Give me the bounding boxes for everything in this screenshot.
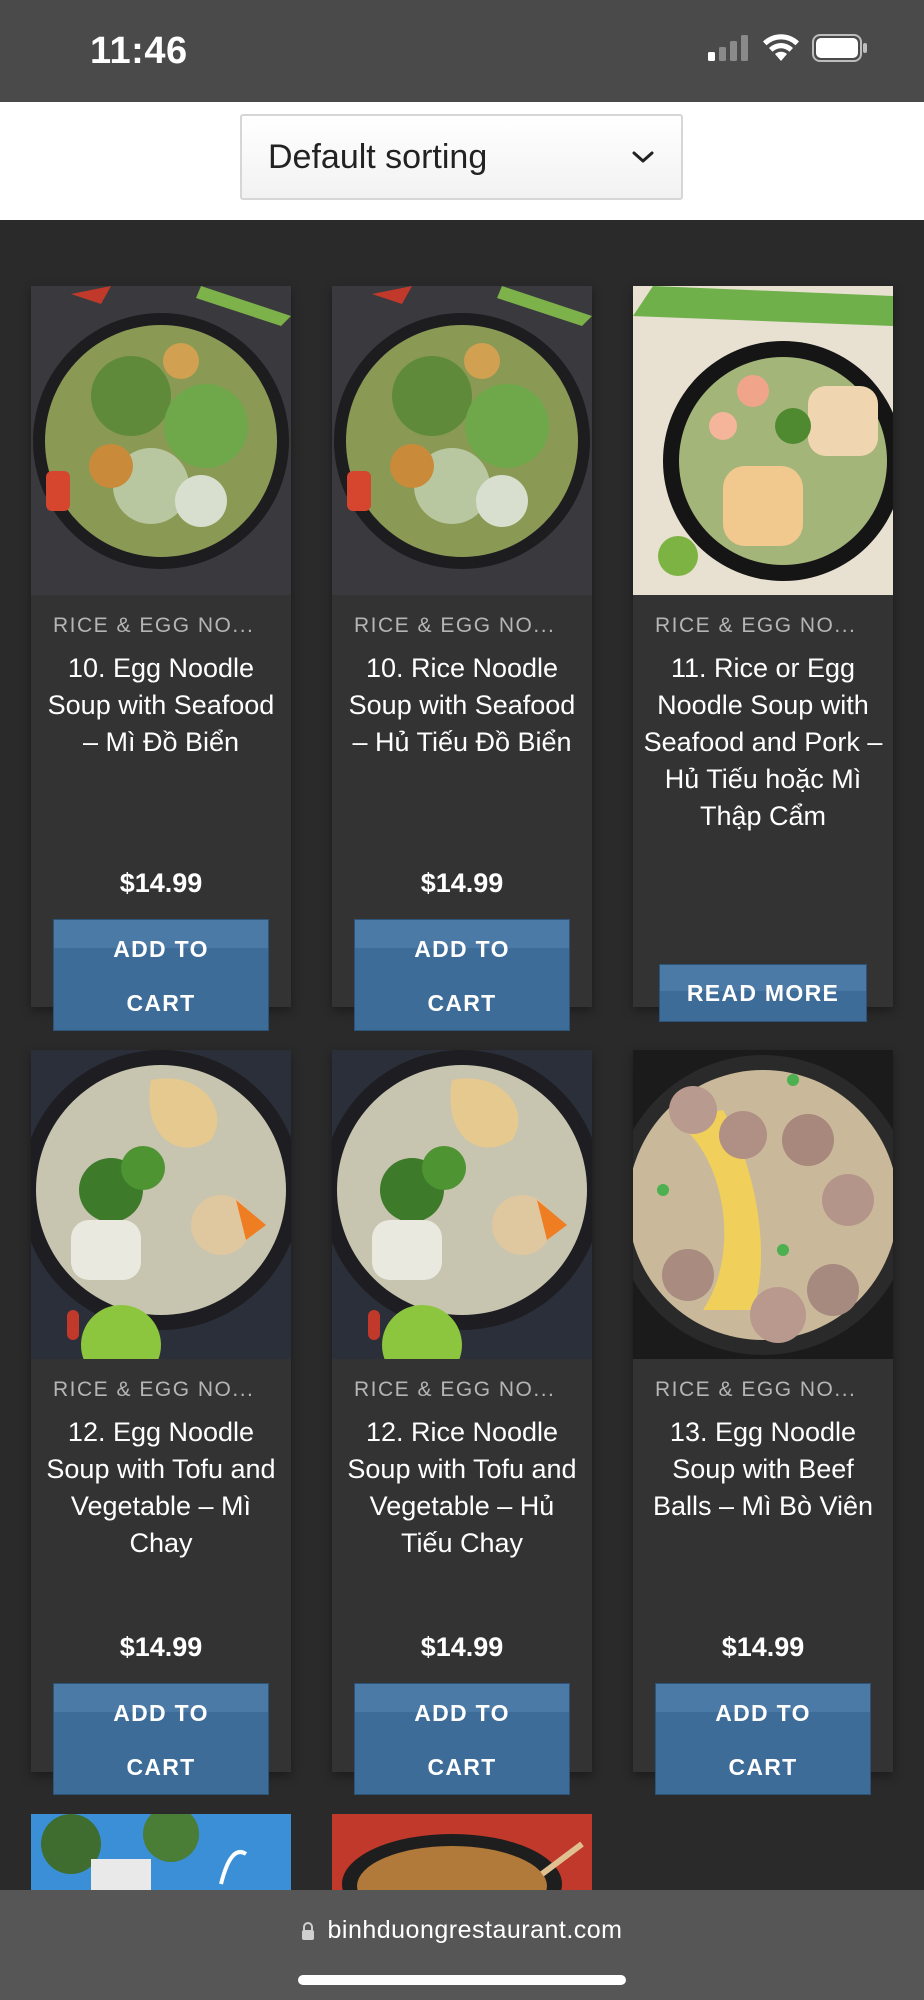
button-label-line-2: CART	[728, 1754, 798, 1780]
button-label-line-1: ADD TO	[414, 1700, 510, 1726]
product-image[interactable]	[31, 1814, 291, 1894]
sort-bar: Default sorting	[0, 102, 924, 220]
product-title[interactable]: 12. Rice Noodle Soup with Tofu and Veget…	[342, 1414, 582, 1562]
wifi-icon	[763, 34, 799, 61]
product-category[interactable]: RICE & EGG NO...	[655, 1378, 875, 1402]
product-title[interactable]: 13. Egg Noodle Soup with Beef Balls – Mì…	[643, 1414, 883, 1525]
add-to-cart-button[interactable]: ADD TO CART	[53, 919, 269, 1031]
product-price: $14.99	[119, 868, 203, 898]
chevron-down-icon	[632, 151, 654, 163]
product-image[interactable]	[31, 1050, 291, 1359]
product-image[interactable]	[332, 1050, 592, 1359]
add-to-cart-button[interactable]: ADD TO CART	[655, 1683, 871, 1795]
product-image[interactable]	[633, 286, 893, 595]
product-image[interactable]	[633, 1050, 893, 1359]
product-price: $14.99	[119, 1632, 203, 1662]
lock-icon	[302, 1922, 315, 1941]
button-label-line-2: CART	[427, 1754, 497, 1780]
product-card: RICE & EGG NO... 10. Egg Noodle Soup wit…	[31, 286, 291, 1031]
home-indicator[interactable]	[298, 1975, 626, 1985]
product-image[interactable]	[332, 1814, 592, 1894]
button-label-line-2: CART	[126, 990, 196, 1016]
product-category[interactable]: RICE & EGG NO...	[53, 614, 273, 638]
page: 11:46 Default sorting RICE & EGG NO... 1…	[0, 0, 924, 2000]
product-category[interactable]: RICE & EGG NO...	[354, 614, 574, 638]
button-label-line-1: ADD TO	[113, 1700, 209, 1726]
sort-select-label: Default sorting	[268, 137, 488, 176]
status-time: 11:46	[90, 30, 188, 72]
product-grid: RICE & EGG NO... 10. Egg Noodle Soup wit…	[0, 220, 924, 1894]
product-category[interactable]: RICE & EGG NO...	[354, 1378, 574, 1402]
button-label-line-2: CART	[427, 990, 497, 1016]
sort-select[interactable]: Default sorting	[240, 114, 683, 200]
product-title[interactable]: 12. Egg Noodle Soup with Tofu and Vegeta…	[41, 1414, 281, 1562]
product-price: $14.99	[721, 1632, 805, 1662]
product-price: $14.99	[420, 1632, 504, 1662]
product-title[interactable]: 10. Rice Noodle Soup with Seafood – Hủ T…	[342, 650, 582, 761]
product-price: $14.99	[420, 868, 504, 898]
battery-icon	[812, 34, 867, 62]
button-label-line-1: ADD TO	[113, 936, 209, 962]
add-to-cart-button[interactable]: ADD TO CART	[354, 1683, 570, 1795]
product-title[interactable]: 11. Rice or Egg Noodle Soup with Seafood…	[643, 650, 883, 835]
status-icons	[708, 34, 868, 62]
url-text: binhduongrestaurant.com	[327, 1916, 623, 1944]
product-category[interactable]: RICE & EGG NO...	[655, 614, 875, 638]
read-more-button[interactable]: READ MORE	[659, 964, 867, 1022]
status-bar: 11:46	[0, 0, 924, 102]
product-category[interactable]: RICE & EGG NO...	[53, 1378, 273, 1402]
product-title[interactable]: 10. Egg Noodle Soup with Seafood – Mì Đồ…	[41, 650, 281, 761]
product-image[interactable]	[31, 286, 291, 595]
url-display[interactable]: binhduongrestaurant.com	[0, 1916, 924, 1945]
button-label-line-1: ADD TO	[414, 936, 510, 962]
add-to-cart-button[interactable]: ADD TO CART	[354, 919, 570, 1031]
product-card: RICE & EGG NO... 12. Egg Noodle Soup wit…	[31, 1050, 291, 1795]
product-card: RICE & EGG NO... 10. Rice Noodle Soup wi…	[332, 286, 592, 1031]
product-card: RICE & EGG NO... 13. Egg Noodle Soup wit…	[633, 1050, 893, 1795]
button-label-line-1: ADD TO	[715, 1700, 811, 1726]
product-card: RICE & EGG NO... 11. Rice or Egg Noodle …	[633, 286, 893, 1022]
product-card: RICE & EGG NO... 12. Rice Noodle Soup wi…	[332, 1050, 592, 1795]
signal-icon	[708, 35, 748, 61]
button-label: READ MORE	[686, 980, 840, 1006]
add-to-cart-button[interactable]: ADD TO CART	[53, 1683, 269, 1795]
button-label-line-2: CART	[126, 1754, 196, 1780]
browser-address-bar[interactable]: binhduongrestaurant.com	[0, 1890, 924, 2000]
product-image[interactable]	[332, 286, 592, 595]
